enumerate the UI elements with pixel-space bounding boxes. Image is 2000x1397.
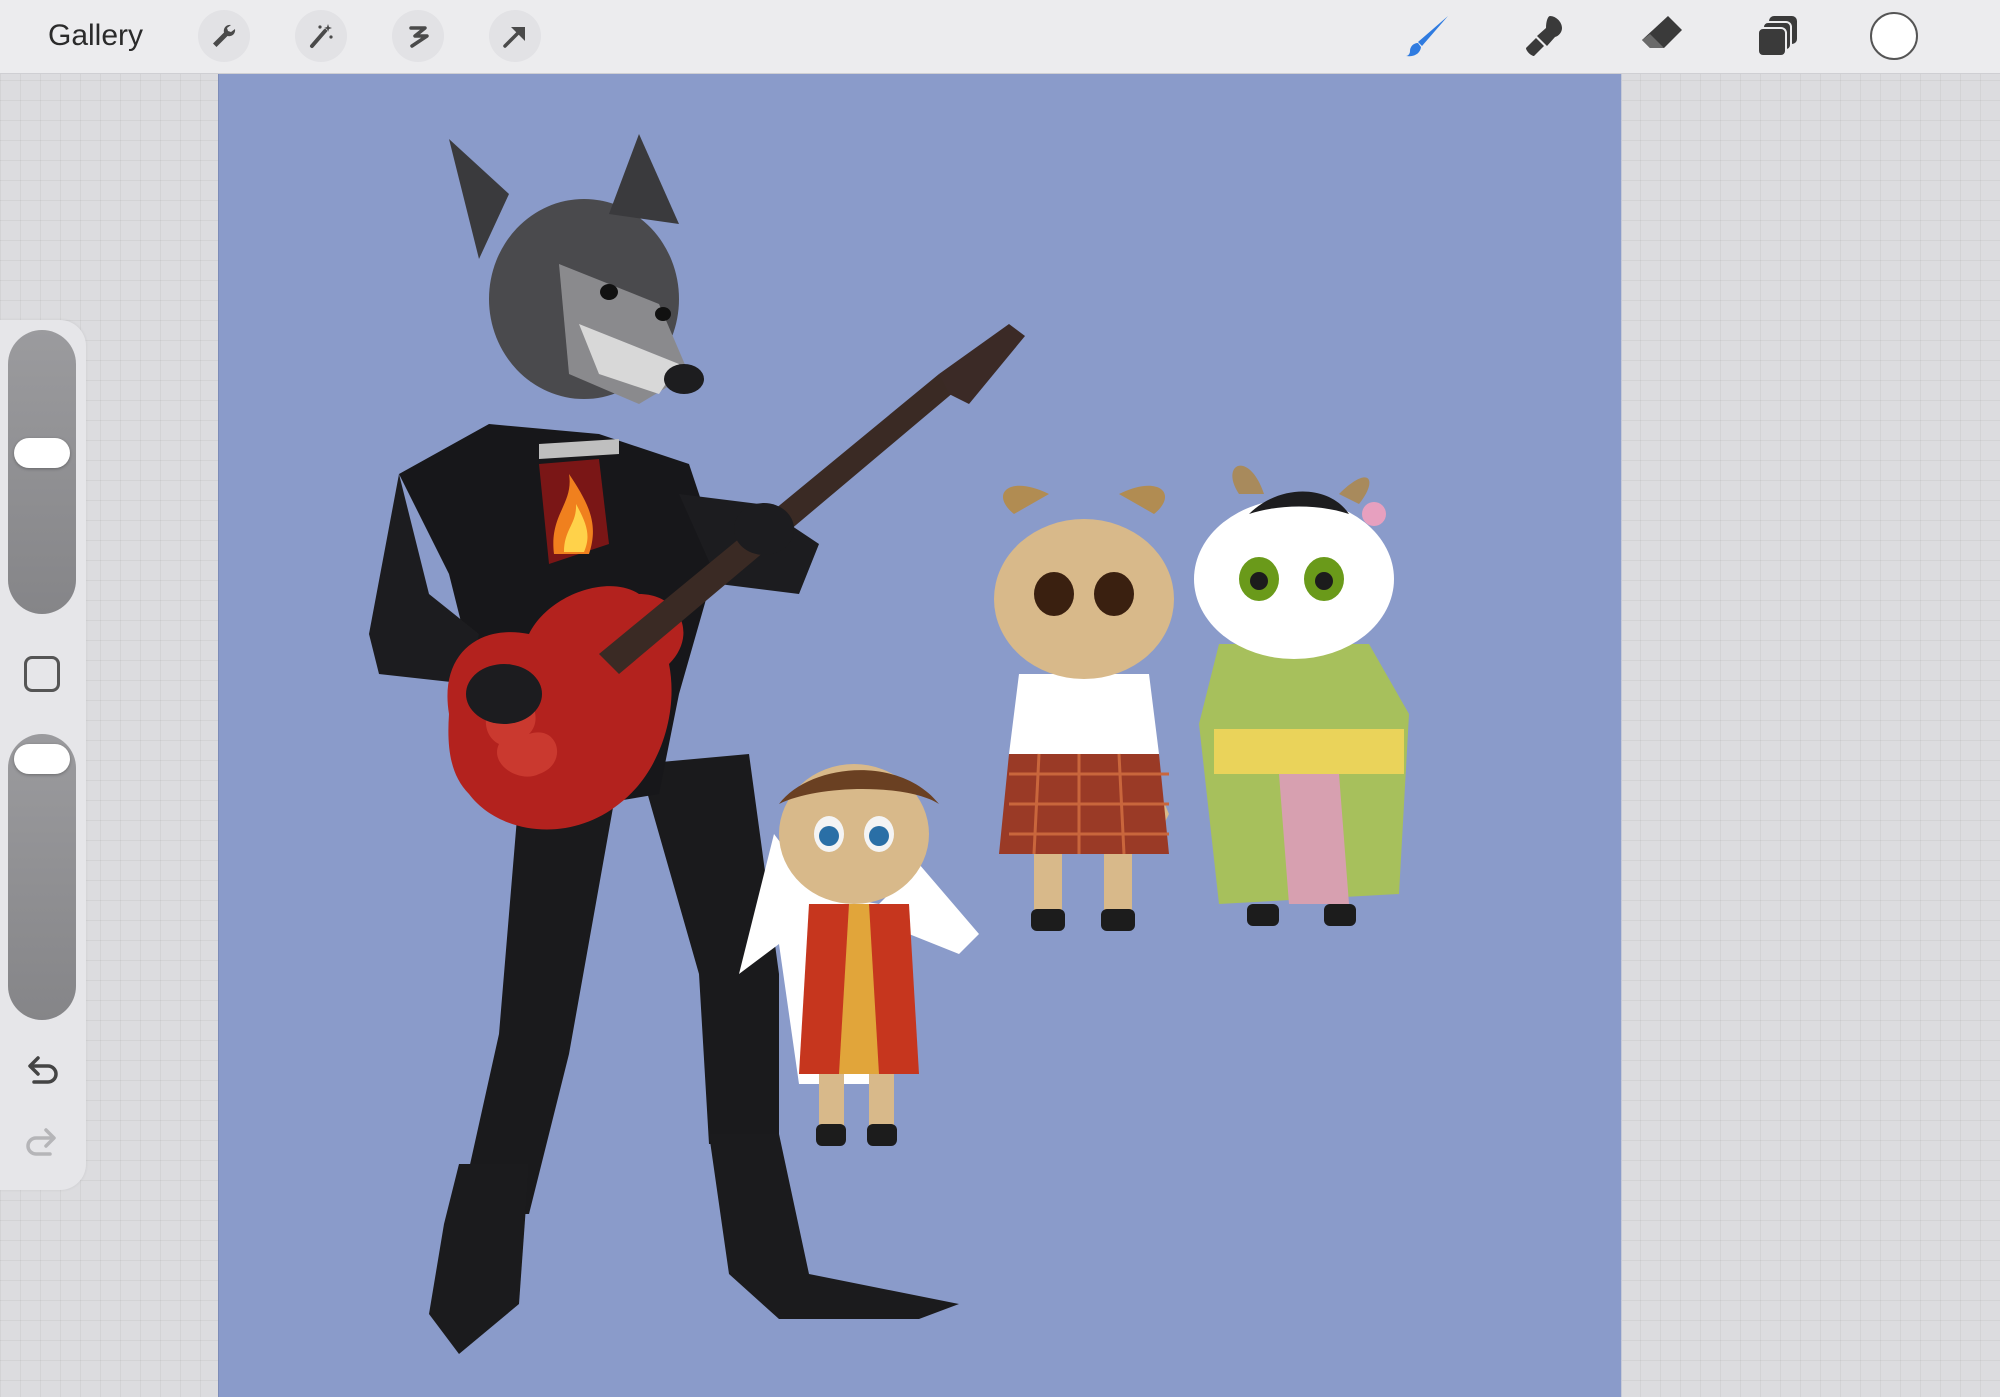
layers-button[interactable] bbox=[1752, 10, 1804, 62]
selection-icon bbox=[409, 26, 429, 48]
brush-tool-button[interactable] bbox=[1402, 10, 1454, 62]
opacity-thumb[interactable] bbox=[14, 744, 70, 774]
redo-button[interactable] bbox=[20, 1122, 64, 1166]
eraser-icon bbox=[1642, 16, 1682, 48]
goat-kimono-illustration bbox=[1194, 465, 1409, 926]
undo-button[interactable] bbox=[20, 1050, 64, 1094]
smudge-icon bbox=[1526, 16, 1562, 56]
top-toolbar: Gallery bbox=[0, 0, 2000, 74]
transform-arrow-icon bbox=[503, 27, 525, 48]
opacity-slider[interactable] bbox=[8, 734, 76, 1020]
canvas-artwork bbox=[369, 134, 1409, 1354]
redo-arrow-icon bbox=[26, 1128, 56, 1156]
magic-wand-icon bbox=[310, 24, 333, 48]
color-picker-button[interactable] bbox=[1870, 12, 1918, 60]
wrench-icon bbox=[213, 24, 236, 47]
brush-size-thumb[interactable] bbox=[14, 438, 70, 468]
left-sidebar bbox=[0, 320, 86, 1190]
undo-arrow-icon bbox=[28, 1056, 58, 1084]
drawing-canvas[interactable] bbox=[218, 74, 1622, 1397]
transform-button[interactable] bbox=[489, 10, 541, 62]
selection-button[interactable] bbox=[392, 10, 444, 62]
brush-icon bbox=[1406, 16, 1448, 57]
actions-button[interactable] bbox=[198, 10, 250, 62]
wolf-guitarist-illustration bbox=[369, 134, 1025, 1354]
eraser-tool-button[interactable] bbox=[1636, 10, 1688, 62]
brush-size-slider[interactable] bbox=[8, 330, 76, 614]
adjustments-button[interactable] bbox=[295, 10, 347, 62]
smudge-tool-button[interactable] bbox=[1518, 10, 1570, 62]
layers-icon bbox=[1757, 16, 1797, 57]
goat-kilt-illustration bbox=[994, 485, 1174, 931]
modify-button[interactable] bbox=[24, 656, 60, 692]
gallery-button[interactable]: Gallery bbox=[48, 16, 143, 56]
